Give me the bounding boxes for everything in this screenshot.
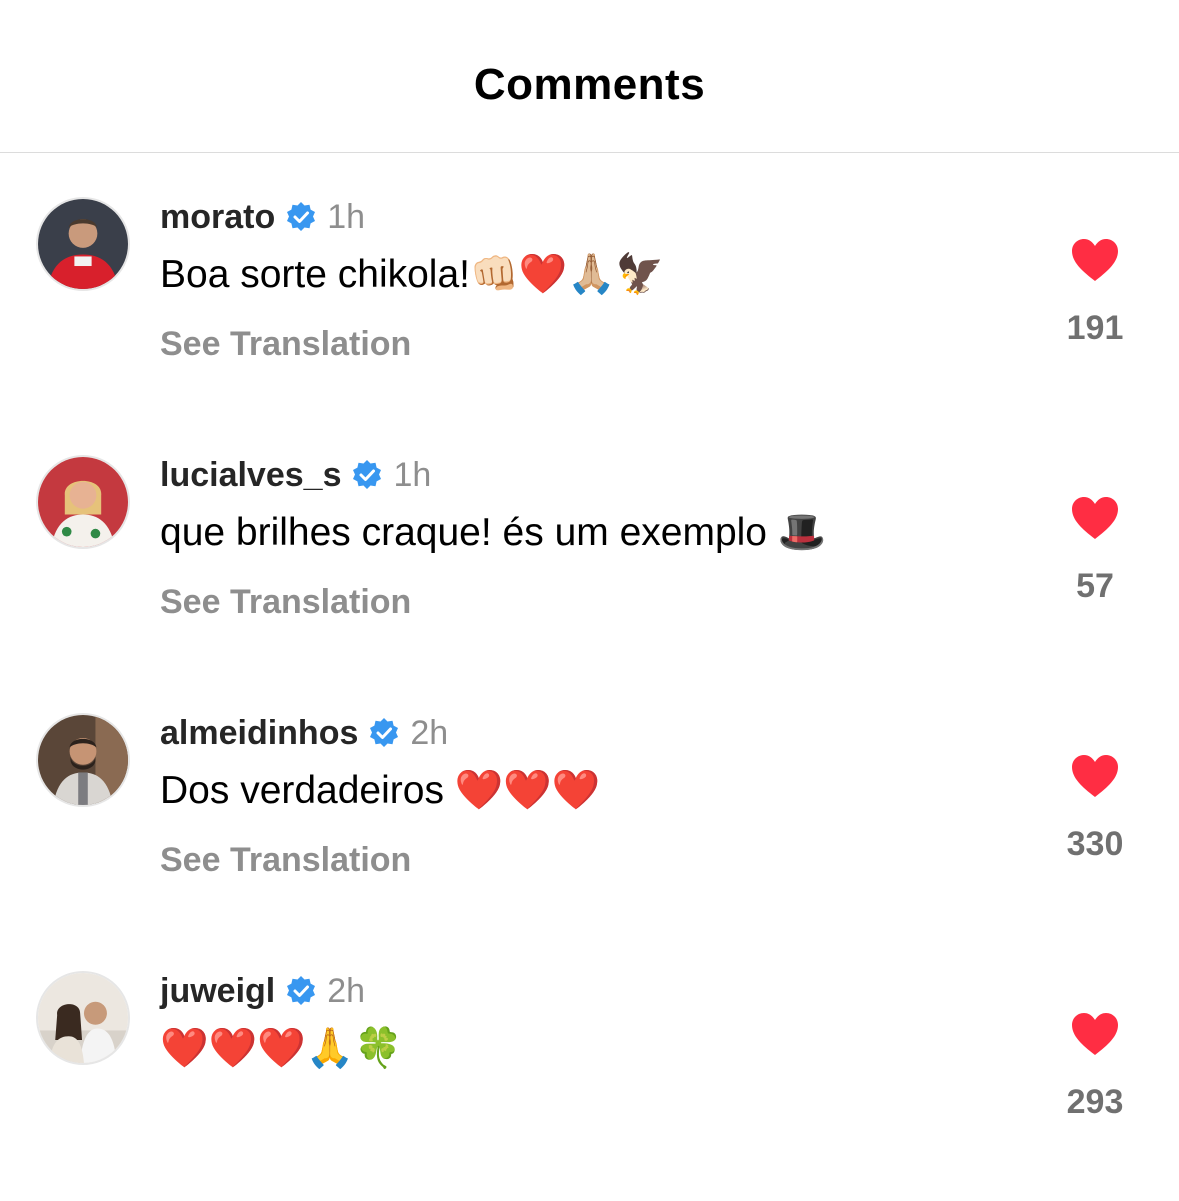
- like-count: 293: [1066, 1083, 1124, 1121]
- page-title: Comments: [473, 60, 706, 109]
- like-count: 57: [1076, 567, 1114, 605]
- heart-icon[interactable]: [1070, 237, 1120, 283]
- comment-time: 1h: [327, 197, 366, 236]
- see-translation-button[interactable]: See Translation: [160, 325, 411, 364]
- comment-item: almeidinhos 2h Dos verdadeiros ❤️❤️❤️ Se…: [0, 713, 1179, 943]
- username[interactable]: lucialves_s: [160, 456, 341, 495]
- username[interactable]: morato: [160, 198, 275, 237]
- comment-text: Boa sorte chikola!👊🏻❤️🙏🏼🦅: [160, 253, 665, 296]
- comment-text: que brilhes craque! és um exemplo 🎩: [160, 511, 827, 554]
- comment-item: lucialves_s 1h que brilhes craque! és um…: [0, 455, 1179, 685]
- see-translation-button[interactable]: See Translation: [160, 583, 411, 622]
- comment-time: 1h: [393, 455, 432, 494]
- comment-time: 2h: [410, 713, 449, 752]
- comment-meta: juweigl 2h: [160, 971, 365, 1011]
- comments-header: Comments: [0, 0, 1179, 153]
- verified-badge-icon: [285, 975, 317, 1007]
- avatar[interactable]: [36, 455, 130, 549]
- avatar[interactable]: [36, 197, 130, 291]
- verified-badge-icon: [351, 459, 383, 491]
- username[interactable]: juweigl: [160, 972, 275, 1011]
- comment-item: morato 1h Boa sorte chikola!👊🏻❤️🙏🏼🦅 See …: [0, 197, 1179, 427]
- avatar[interactable]: [36, 713, 130, 807]
- heart-icon[interactable]: [1070, 495, 1120, 541]
- comment-item: juweigl 2h ❤️❤️❤️🙏🍀 293: [0, 971, 1179, 1201]
- avatar[interactable]: [36, 971, 130, 1065]
- heart-icon[interactable]: [1070, 1011, 1120, 1057]
- comment-meta: almeidinhos 2h: [160, 713, 448, 753]
- see-translation-button[interactable]: See Translation: [160, 841, 411, 880]
- verified-badge-icon: [285, 201, 317, 233]
- comment-meta: lucialves_s 1h: [160, 455, 431, 495]
- comment-meta: morato 1h: [160, 197, 365, 237]
- comment-text: Dos verdadeiros ❤️❤️❤️: [160, 769, 601, 812]
- username[interactable]: almeidinhos: [160, 714, 358, 753]
- verified-badge-icon: [368, 717, 400, 749]
- comment-time: 2h: [327, 971, 366, 1010]
- heart-icon[interactable]: [1070, 753, 1120, 799]
- like-count: 191: [1066, 309, 1124, 347]
- like-count: 330: [1066, 825, 1124, 863]
- comment-text: ❤️❤️❤️🙏🍀: [160, 1027, 403, 1070]
